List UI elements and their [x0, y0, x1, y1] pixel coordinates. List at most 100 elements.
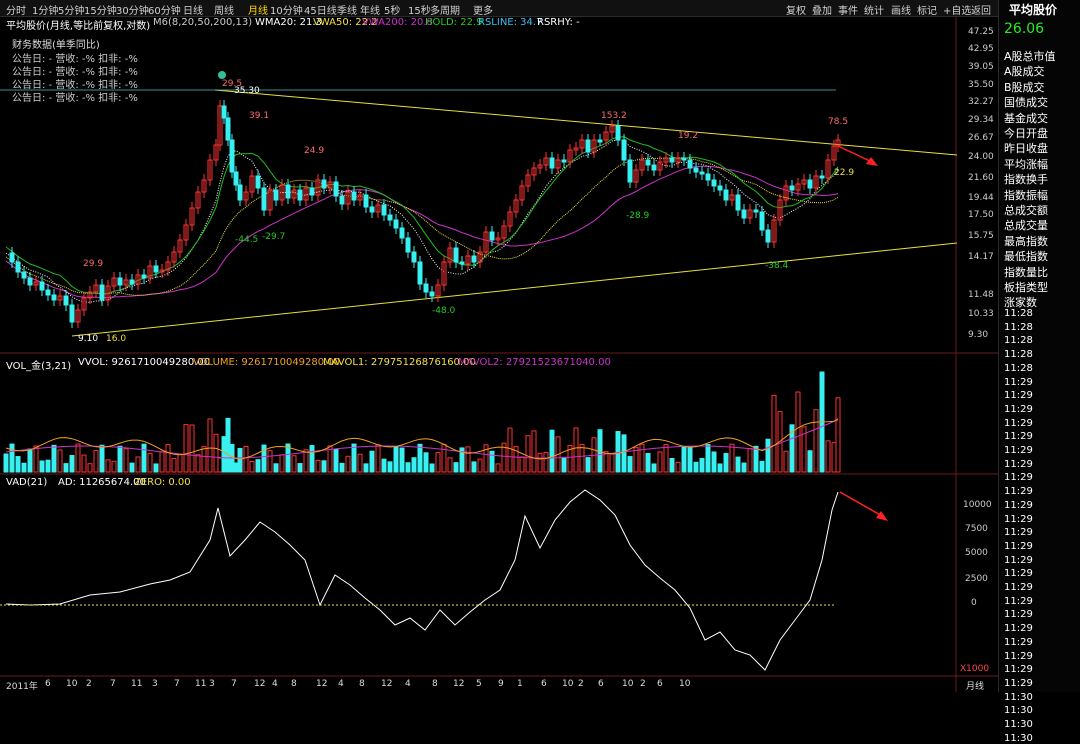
candle-body [645, 159, 651, 166]
volume-bar [771, 394, 777, 473]
volume-bar [273, 463, 279, 473]
volume-bar [651, 463, 657, 473]
volume-bar [249, 460, 255, 473]
candle-body [585, 139, 591, 153]
candle-body [405, 237, 411, 253]
volume-bar [399, 447, 405, 473]
date-axis-tick: 1 [517, 679, 523, 689]
candle-body [255, 175, 261, 189]
panel-item[interactable]: 基金成交 [1004, 110, 1048, 126]
volume-bar [835, 397, 841, 473]
candle-body [807, 179, 813, 189]
arrow-head [876, 511, 888, 521]
price-label: -28.9 [626, 211, 650, 221]
price-label: 78.5 [828, 117, 849, 127]
date-axis-tick: 3 [209, 679, 215, 689]
panel-title: 平均股价 [1009, 3, 1058, 17]
volume-bar [471, 461, 477, 473]
hold-label: HOLD: 22.9 [425, 17, 483, 28]
volume-bar [561, 456, 567, 473]
candle-body [129, 279, 135, 285]
panel-item[interactable]: 今日开盘 [1004, 125, 1048, 141]
candle-body [681, 157, 687, 161]
volume-bar [63, 463, 69, 473]
candle-body [321, 179, 327, 189]
price-label: 9.10 [78, 334, 99, 344]
panel-item[interactable]: A股总市值 [1004, 48, 1056, 64]
volume-bar [495, 463, 501, 473]
volume-bar [333, 448, 339, 473]
volume-bar [69, 454, 75, 473]
panel-item[interactable]: 板指类型 [1004, 279, 1048, 295]
panel-item[interactable]: 最高指数 [1004, 233, 1048, 249]
date-axis-tick: 10 [66, 679, 78, 689]
panel-item[interactable]: 指数振幅 [1004, 187, 1048, 203]
candle-body [381, 204, 387, 216]
panel-item[interactable]: 平均涨幅 [1004, 156, 1048, 172]
chart-canvas[interactable] [0, 0, 998, 692]
volume-bar [723, 452, 729, 473]
volume-bar [603, 451, 609, 473]
price-axis-tick: 29.34 [968, 115, 994, 125]
date-axis-tick: 2 [640, 679, 646, 689]
volume-bar [411, 457, 417, 473]
candle-body [9, 252, 15, 263]
volume-bar [45, 459, 51, 473]
volume-bar [357, 453, 363, 473]
candle-body [417, 261, 423, 285]
volume-bar [195, 454, 201, 473]
panel-item[interactable]: 指数换手 [1004, 171, 1048, 187]
panel-item[interactable]: B股成交 [1004, 79, 1045, 95]
vad-unit: X1000 [960, 664, 990, 674]
volume-bar [217, 457, 223, 473]
candle-body [453, 247, 459, 263]
panel-time: 11:28 [1004, 335, 1033, 347]
rsrhy-label: RSRHY: - [537, 17, 580, 28]
panel-item[interactable]: 国债成交 [1004, 94, 1048, 110]
volume-bar [441, 443, 447, 473]
panel-time: 11:29 [1004, 609, 1033, 621]
volume-bar [207, 418, 213, 473]
volume-bar [159, 451, 165, 473]
price-axis-tick: 14.17 [968, 252, 994, 262]
candle-body [333, 181, 339, 197]
candle-body [297, 189, 303, 201]
candle-body [753, 209, 759, 213]
candle-body [39, 281, 45, 291]
volume-bar [621, 434, 627, 473]
arrow-head [866, 157, 878, 166]
panel-item[interactable]: 总成交额 [1004, 202, 1048, 218]
panel-item[interactable]: 指数量比 [1004, 264, 1048, 280]
volume-bar [465, 446, 471, 473]
date-axis-tick: 12 [453, 679, 465, 689]
date-axis-tick: 5 [476, 679, 482, 689]
volume-bar [735, 456, 741, 473]
candle-body [69, 304, 75, 323]
volume-bar [729, 443, 735, 473]
volume-bar [663, 444, 669, 473]
price-label: 22.9 [834, 168, 855, 178]
candle-body [309, 187, 315, 196]
volume-bar [99, 444, 105, 473]
panel-item[interactable]: 最低指数 [1004, 248, 1048, 264]
volume-bar [489, 450, 495, 473]
panel-item[interactable]: A股成交 [1004, 63, 1045, 79]
wma20-label: WMA20: 21.3 [255, 17, 322, 28]
volume-bar [675, 461, 681, 473]
panel-time: 11:28 [1004, 308, 1033, 319]
date-axis-tick: 9 [498, 679, 504, 689]
volume-bar [615, 431, 621, 473]
date-axis-tick: 12 [254, 679, 266, 689]
panel-item[interactable]: 总成交量 [1004, 217, 1048, 233]
candle-body [717, 185, 723, 191]
volume-bar [57, 449, 63, 473]
info-panel: 平均股价 26.06 A股总市值 A股成交 B股成交 国债成交 基金成交 今日开盘 昨日收盘… [998, 0, 1080, 744]
volume-bar [705, 444, 711, 473]
panel-item[interactable]: 昨日收盘 [1004, 140, 1048, 156]
peak-marker-icon [218, 71, 226, 79]
price-axis-tick: 24.00 [968, 152, 994, 162]
candle-body [615, 125, 621, 141]
volume-bar [669, 457, 675, 473]
candle-body [765, 229, 771, 243]
price-axis-tick: 19.44 [968, 193, 994, 203]
